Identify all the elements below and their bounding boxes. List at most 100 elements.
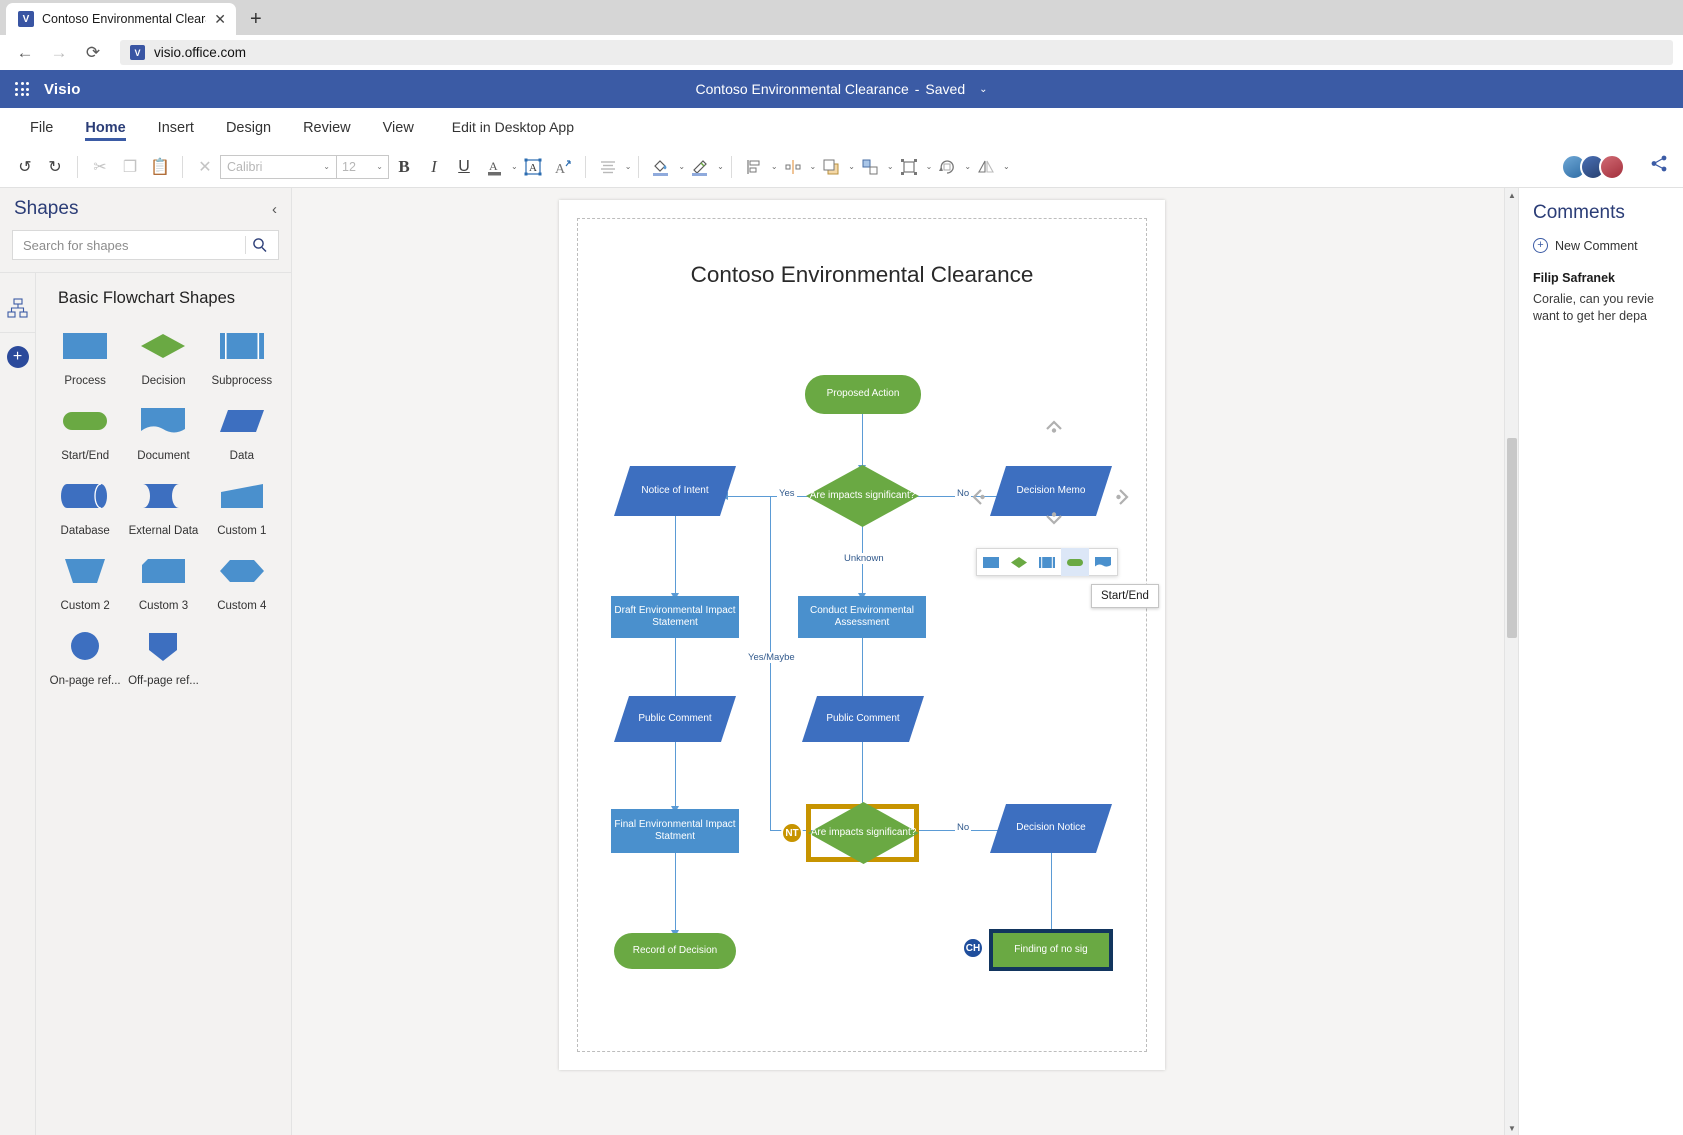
line-color-icon[interactable] bbox=[685, 152, 715, 182]
shape-item-external-data[interactable]: External Data bbox=[124, 474, 202, 537]
back-icon[interactable]: ← bbox=[10, 38, 40, 68]
font-name-select[interactable]: Calibri ⌄ bbox=[220, 155, 337, 179]
node-public-comment-1[interactable]: Public Comment bbox=[614, 696, 736, 742]
node-decision-1[interactable]: Are impacts significant? bbox=[806, 465, 919, 527]
node-decision-memo[interactable]: Decision Memo bbox=[990, 466, 1112, 516]
node-public-comment-2[interactable]: Public Comment bbox=[802, 696, 924, 742]
chevron-down-icon[interactable]: ⌄ bbox=[964, 162, 971, 171]
shape-item-custom-1[interactable]: Custom 1 bbox=[203, 474, 281, 537]
shape-item-data[interactable]: Data bbox=[203, 399, 281, 462]
chevron-down-icon[interactable]: ⌄ bbox=[717, 162, 724, 171]
chevron-down-icon[interactable]: ⌄ bbox=[511, 162, 518, 171]
shape-item-start-end[interactable]: Start/End bbox=[46, 399, 124, 462]
connector[interactable] bbox=[770, 496, 771, 830]
tab-design[interactable]: Design bbox=[210, 114, 287, 140]
tab-file[interactable]: File bbox=[14, 114, 69, 140]
fill-color-icon[interactable] bbox=[646, 152, 676, 182]
tab-home[interactable]: Home bbox=[69, 114, 141, 140]
chevron-down-icon[interactable]: ⌄ bbox=[810, 162, 817, 171]
new-tab-button[interactable]: + bbox=[250, 8, 262, 31]
shape-item-subprocess[interactable]: Subprocess bbox=[203, 324, 281, 387]
node-final-eis[interactable]: Final Environmental Impact Statment bbox=[611, 809, 739, 853]
connector[interactable] bbox=[862, 414, 863, 468]
shape-item-off-page-reference[interactable]: Off-page ref... bbox=[124, 624, 202, 687]
connector[interactable] bbox=[675, 741, 676, 809]
quick-shape-document[interactable] bbox=[1089, 548, 1117, 576]
chevron-down-icon[interactable]: ⌄ bbox=[678, 162, 685, 171]
autoconnect-left-icon[interactable] bbox=[971, 488, 985, 510]
document-title[interactable]: Contoso Environmental Clearance bbox=[696, 81, 909, 97]
comment-item[interactable]: Filip Safranek Coralie, can you revie wa… bbox=[1533, 271, 1683, 325]
autoconnect-up-icon[interactable] bbox=[1045, 419, 1063, 437]
node-decision-notice[interactable]: Decision Notice bbox=[990, 804, 1112, 853]
tab-view[interactable]: View bbox=[367, 114, 430, 140]
shape-item-decision[interactable]: Decision bbox=[124, 324, 202, 387]
collapse-panel-icon[interactable]: ‹ bbox=[272, 201, 277, 218]
flip-icon[interactable] bbox=[971, 152, 1001, 182]
diagram-title[interactable]: Contoso Environmental Clearance bbox=[559, 262, 1165, 288]
align-text-icon[interactable] bbox=[593, 152, 623, 182]
distribute-shapes-icon[interactable] bbox=[778, 152, 808, 182]
shape-item-custom-4[interactable]: Custom 4 bbox=[203, 549, 281, 612]
align-shapes-icon[interactable] bbox=[739, 152, 769, 182]
canvas-scrollbar[interactable]: ▲ ▼ bbox=[1504, 188, 1518, 1135]
node-draft-eis[interactable]: Draft Environmental Impact Statement bbox=[611, 596, 739, 638]
connector[interactable] bbox=[862, 638, 863, 700]
browser-tab[interactable]: V Contoso Environmental Clearanc ✕ bbox=[6, 3, 236, 35]
connector[interactable] bbox=[675, 638, 676, 700]
node-decision-2[interactable]: Are impacts significant? bbox=[808, 802, 919, 864]
shape-item-on-page-reference[interactable]: On-page ref... bbox=[46, 624, 124, 687]
edit-in-desktop-app-button[interactable]: Edit in Desktop App bbox=[452, 119, 574, 135]
scroll-up-icon[interactable]: ▲ bbox=[1505, 188, 1518, 202]
close-icon[interactable]: ✕ bbox=[214, 11, 226, 28]
text-highlight-icon[interactable]: A bbox=[518, 152, 548, 182]
bold-button[interactable]: B bbox=[389, 152, 419, 182]
node-proposed-action[interactable]: Proposed Action bbox=[805, 375, 921, 414]
container-icon[interactable] bbox=[894, 152, 924, 182]
chevron-down-icon[interactable]: ⌄ bbox=[926, 162, 933, 171]
scroll-down-icon[interactable]: ▼ bbox=[1505, 1121, 1518, 1135]
connector[interactable] bbox=[1051, 853, 1052, 933]
shape-item-custom-2[interactable]: Custom 2 bbox=[46, 549, 124, 612]
underline-button[interactable]: U bbox=[449, 152, 479, 182]
cut-icon[interactable]: ✂ bbox=[85, 152, 115, 182]
drawing-page[interactable]: Contoso Environmental Clearance Yes Yes/… bbox=[559, 200, 1165, 1070]
undo-icon[interactable]: ↺ bbox=[10, 152, 40, 182]
quick-shape-start-end[interactable] bbox=[1061, 548, 1089, 576]
connector[interactable] bbox=[675, 853, 676, 933]
group-shapes-icon[interactable] bbox=[855, 152, 885, 182]
clear-text-format-icon[interactable]: A bbox=[548, 152, 578, 182]
copy-icon[interactable]: ❐ bbox=[115, 152, 145, 182]
shape-item-document[interactable]: Document bbox=[124, 399, 202, 462]
chevron-down-icon[interactable]: ⌄ bbox=[771, 162, 778, 171]
autoconnect-down-icon[interactable] bbox=[1045, 512, 1063, 530]
stencil-rail-item-flowchart[interactable] bbox=[0, 285, 35, 333]
shape-item-process[interactable]: Process bbox=[46, 324, 124, 387]
shape-item-custom-3[interactable]: Custom 3 bbox=[124, 549, 202, 612]
share-icon[interactable] bbox=[1649, 154, 1669, 179]
autoconnect-right-icon[interactable] bbox=[1116, 488, 1130, 510]
node-finding-of-no-significance[interactable]: Finding of no sig bbox=[993, 933, 1109, 967]
redo-icon[interactable]: ↻ bbox=[40, 152, 70, 182]
font-size-select[interactable]: 12 ⌄ bbox=[337, 155, 389, 179]
avatar[interactable] bbox=[1599, 154, 1625, 180]
collaborator-badge-ch[interactable]: CH bbox=[962, 937, 984, 959]
quick-shape-process[interactable] bbox=[977, 548, 1005, 576]
search-icon[interactable] bbox=[246, 237, 274, 253]
tab-insert[interactable]: Insert bbox=[142, 114, 210, 140]
italic-button[interactable]: I bbox=[419, 152, 449, 182]
quick-shape-decision[interactable] bbox=[1005, 548, 1033, 576]
node-record-of-decision[interactable]: Record of Decision bbox=[614, 933, 736, 969]
search-box[interactable] bbox=[12, 230, 279, 260]
scroll-thumb[interactable] bbox=[1507, 438, 1517, 638]
chevron-down-icon[interactable]: ⌄ bbox=[979, 84, 987, 95]
chevron-down-icon[interactable]: ⌄ bbox=[625, 162, 632, 171]
quick-shape-subprocess[interactable] bbox=[1033, 548, 1061, 576]
connector[interactable] bbox=[862, 741, 863, 807]
app-launcher-icon[interactable] bbox=[0, 82, 44, 96]
chevron-down-icon[interactable]: ⌄ bbox=[887, 162, 894, 171]
bring-forward-icon[interactable] bbox=[816, 152, 846, 182]
paste-icon[interactable]: 📋 bbox=[145, 152, 175, 182]
reload-icon[interactable]: ⟳ bbox=[78, 38, 108, 68]
clear-formatting-icon[interactable]: ✕ bbox=[190, 152, 220, 182]
